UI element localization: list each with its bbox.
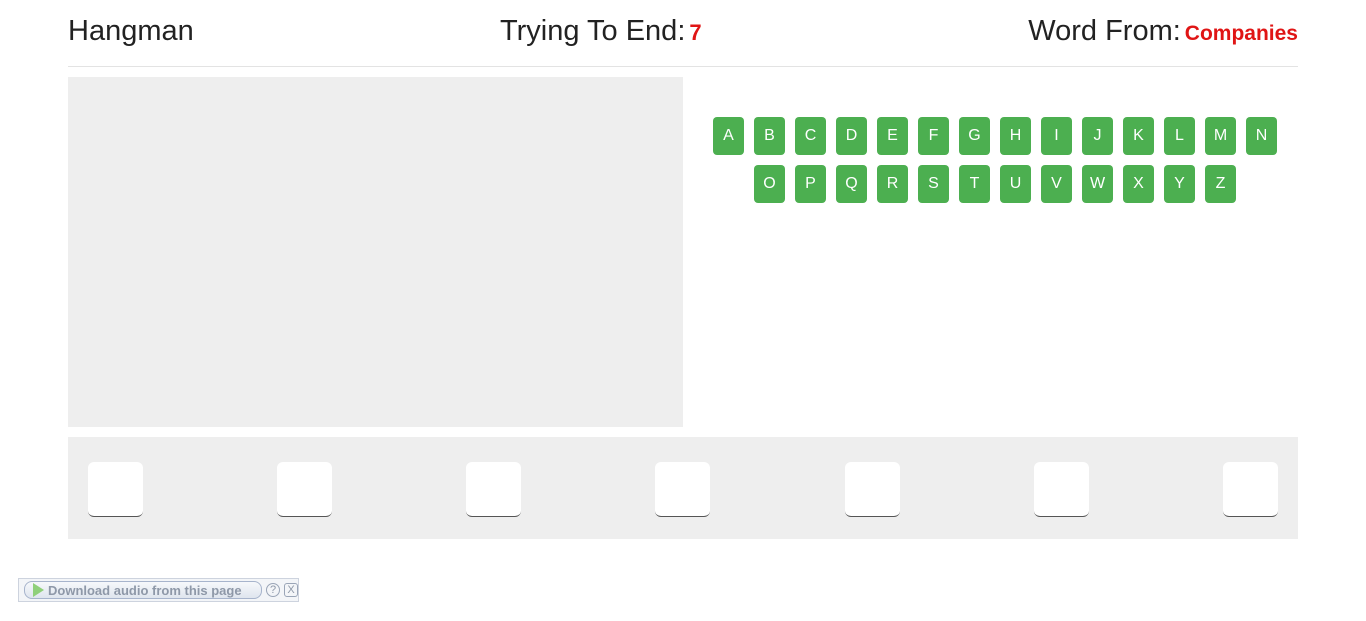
category-label: Word From: bbox=[1028, 15, 1181, 47]
attempts-value: 7 bbox=[689, 20, 702, 45]
letter-slot bbox=[88, 462, 143, 517]
letter-button-x[interactable]: X bbox=[1123, 165, 1154, 203]
letter-button-z[interactable]: Z bbox=[1205, 165, 1236, 203]
download-audio-toolbar: Download audio from this page ? X bbox=[18, 578, 299, 602]
word-display bbox=[68, 437, 1298, 539]
word-category: Word From: Companies bbox=[1028, 15, 1298, 48]
letter-button-r[interactable]: R bbox=[877, 165, 908, 203]
letter-slots bbox=[88, 462, 1278, 517]
letter-button-v[interactable]: V bbox=[1041, 165, 1072, 203]
letter-button-i[interactable]: I bbox=[1041, 117, 1072, 155]
letter-row-1: ABCDEFGHIJKLMN bbox=[700, 117, 1290, 155]
letter-button-b[interactable]: B bbox=[754, 117, 785, 155]
download-audio-button[interactable]: Download audio from this page bbox=[24, 581, 262, 599]
letter-button-m[interactable]: M bbox=[1205, 117, 1236, 155]
letter-slot bbox=[655, 462, 711, 517]
letter-button-f[interactable]: F bbox=[918, 117, 949, 155]
letter-button-u[interactable]: U bbox=[1000, 165, 1031, 203]
letter-button-w[interactable]: W bbox=[1082, 165, 1113, 203]
letter-button-c[interactable]: C bbox=[795, 117, 826, 155]
letter-button-l[interactable]: L bbox=[1164, 117, 1195, 155]
letter-button-t[interactable]: T bbox=[959, 165, 990, 203]
help-icon[interactable]: ? bbox=[266, 583, 280, 597]
category-value: Companies bbox=[1184, 22, 1298, 45]
hangman-drawing-area bbox=[68, 77, 683, 427]
letter-button-n[interactable]: N bbox=[1246, 117, 1277, 155]
close-icon[interactable]: X bbox=[284, 583, 298, 597]
letter-button-g[interactable]: G bbox=[959, 117, 990, 155]
letter-button-a[interactable]: A bbox=[713, 117, 744, 155]
letter-button-d[interactable]: D bbox=[836, 117, 867, 155]
letter-button-h[interactable]: H bbox=[1000, 117, 1031, 155]
letter-slot bbox=[844, 462, 900, 517]
header: Hangman Trying To End: 7 Word From: Compan… bbox=[68, 0, 1298, 67]
letter-button-e[interactable]: E bbox=[877, 117, 908, 155]
letter-slot bbox=[277, 462, 333, 517]
letter-button-k[interactable]: K bbox=[1123, 117, 1154, 155]
attempts-label: Trying To End: bbox=[500, 15, 686, 47]
letter-keyboard: ABCDEFGHIJKLMN OPQRSTUVWXYZ bbox=[700, 117, 1290, 213]
letter-button-p[interactable]: P bbox=[795, 165, 826, 203]
letter-button-s[interactable]: S bbox=[918, 165, 949, 203]
letter-button-o[interactable]: O bbox=[754, 165, 785, 203]
letter-slot bbox=[1222, 462, 1278, 517]
letter-slot bbox=[1033, 462, 1089, 517]
letter-button-q[interactable]: Q bbox=[836, 165, 867, 203]
letter-slot bbox=[466, 462, 522, 517]
letter-button-j[interactable]: J bbox=[1082, 117, 1113, 155]
letter-row-2: OPQRSTUVWXYZ bbox=[700, 165, 1290, 203]
letter-button-y[interactable]: Y bbox=[1164, 165, 1195, 203]
download-audio-label: Download audio from this page bbox=[48, 582, 242, 598]
attempts-remaining: Trying To End: 7 bbox=[500, 15, 702, 48]
play-icon bbox=[33, 583, 44, 597]
page-title: Hangman bbox=[68, 15, 194, 47]
